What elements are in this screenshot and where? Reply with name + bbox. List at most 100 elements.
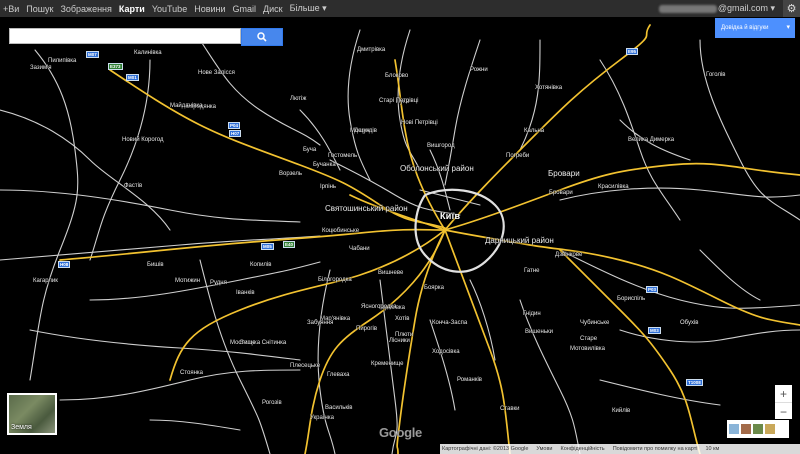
road-shield: Е40: [283, 241, 296, 248]
place-label: Бишів: [147, 262, 164, 268]
gbar-item-news[interactable]: Новини: [194, 4, 225, 14]
place-label: Васильків: [325, 405, 353, 411]
place-label: Зазим'я: [30, 65, 52, 71]
place-label: Гостомель: [328, 153, 358, 159]
place-label: Рогозів: [262, 400, 282, 406]
place-label: Гоголів: [706, 72, 726, 78]
road-shield: Н07: [229, 130, 242, 137]
place-label: Буча: [303, 147, 317, 153]
place-label: Гнідин: [523, 311, 541, 317]
place-label: Кременище: [371, 361, 404, 367]
place-label: Гатне: [524, 268, 540, 274]
layer-satellite-thumb[interactable]: [753, 424, 763, 434]
google-bar: +Ви Пошук Зображення Карти YouTube Новин…: [0, 0, 800, 17]
place-label: Калинівка: [134, 50, 162, 56]
gbar-item-drive[interactable]: Диск: [263, 4, 283, 14]
place-label: Красилівка: [598, 184, 629, 190]
gbar-item-more[interactable]: Більше ▾: [290, 3, 327, 14]
zoom-in-button[interactable]: +: [775, 385, 792, 403]
place-label: Плесецьке: [290, 363, 321, 369]
layer-photo-thumb[interactable]: [765, 424, 775, 434]
place-label: Кальна: [524, 128, 545, 134]
place-label: Дмитрівка: [357, 47, 386, 53]
district-label: Дарницький район: [485, 236, 554, 245]
place-label: Білогородка: [318, 277, 352, 283]
place-label: Бучанка: [313, 162, 336, 168]
place-label: Конча-Заспа: [432, 320, 468, 326]
place-label: Плюти: [395, 332, 414, 338]
zoom-out-button[interactable]: −: [775, 403, 792, 420]
road-shield: М05: [261, 243, 274, 250]
road-shield: М07: [86, 51, 99, 58]
collapse-icon[interactable]: ⌃: [776, 421, 790, 437]
map-canvas[interactable]: Оболонський район Святошинський район Київ…: [0, 17, 800, 454]
map-data-credit: Картографічні дані: ©2013 Google: [442, 446, 529, 452]
place-label: Лісники: [389, 338, 410, 344]
place-label: Чубинське: [580, 320, 610, 326]
gbar-item-images[interactable]: Зображення: [60, 4, 111, 14]
search-input[interactable]: [9, 28, 241, 44]
place-label: Мощун: [350, 128, 370, 134]
place-label: Ірпінь: [320, 184, 337, 190]
place-label: Рожни: [470, 67, 488, 73]
chevron-down-icon: ▾: [786, 24, 790, 31]
place-label: Українка: [310, 415, 334, 421]
place-label: Блоково: [385, 73, 409, 79]
place-label: Ставки: [500, 406, 520, 412]
place-label: Хотянівка: [535, 85, 563, 91]
road-shield: Е95: [626, 48, 639, 55]
layer-map-thumb[interactable]: [729, 424, 739, 434]
place-label: Стоянка: [180, 370, 204, 376]
place-label: Старі Петрівці: [379, 98, 419, 104]
gear-icon[interactable]: ⚙: [783, 0, 800, 17]
attribution-bar: Картографічні дані: ©2013 Google Умови К…: [440, 444, 800, 454]
zoom-control: + −: [775, 385, 792, 419]
gbar-item-gmail[interactable]: Gmail: [233, 4, 257, 14]
road-network: [0, 24, 800, 454]
gbar-item-youtube[interactable]: YouTube: [152, 4, 187, 14]
place-label: Велика Димерка: [628, 137, 675, 143]
privacy-link[interactable]: Конфіденційність: [560, 446, 604, 452]
place-label: Ходосівка: [432, 349, 460, 355]
place-label: Чабани: [349, 246, 370, 252]
road-shield: М03: [648, 327, 661, 334]
road-shield: Р04: [228, 122, 241, 129]
place-label: Романків: [457, 377, 482, 383]
place-label: Нові Петрівці: [401, 120, 438, 126]
gbar-nav: +Ви Пошук Зображення Карти YouTube Новин…: [0, 0, 334, 17]
account-menu[interactable]: @gmail.com ▾: [658, 3, 775, 14]
place-label: Глеваха: [327, 372, 350, 378]
district-label: Київ: [440, 211, 461, 221]
road-shield: Т1008: [686, 379, 703, 386]
place-label: Фастів: [124, 183, 143, 189]
place-label: Дзвінкове: [555, 252, 583, 258]
place-label: Пирогів: [356, 326, 378, 332]
place-label: Кагарлик: [33, 278, 58, 284]
place-label: Коцюбинське: [322, 228, 360, 234]
place-label: Копилів: [250, 262, 272, 268]
place-label: Мотижин: [175, 278, 201, 284]
place-label: Ясногородка: [361, 304, 397, 310]
account-email-domain: @gmail.com ▾: [717, 3, 775, 13]
place-label: Бориспіль: [617, 296, 646, 302]
place-label: Обухів: [680, 320, 699, 326]
layer-terrain-thumb[interactable]: [741, 424, 751, 434]
place-label: Пилипівка: [48, 58, 77, 64]
place-label: Іванків: [236, 290, 255, 296]
place-label: Нове Залісся: [198, 70, 235, 76]
gbar-item-plus[interactable]: +Ви: [3, 4, 19, 14]
gbar-item-maps[interactable]: Карти: [119, 4, 145, 14]
place-label: Мотовилівка: [570, 346, 605, 352]
earth-view-button[interactable]: Земля: [7, 393, 57, 435]
place-label: Кийлів: [612, 408, 631, 414]
report-error-link[interactable]: Повідомити про помилку на карті: [613, 446, 698, 452]
place-label: Ворзель: [279, 171, 303, 177]
terms-link[interactable]: Умови: [536, 446, 552, 452]
gbar-item-search[interactable]: Пошук: [26, 4, 53, 14]
help-feedback-button[interactable]: Довідка й відгуки ▾: [715, 18, 795, 38]
road-shield: М01: [126, 74, 139, 81]
search-button[interactable]: [241, 28, 283, 46]
district-label: Оболонський район: [400, 164, 474, 173]
scale-label: 10 км: [705, 446, 720, 452]
place-label: Старе: [580, 336, 598, 342]
